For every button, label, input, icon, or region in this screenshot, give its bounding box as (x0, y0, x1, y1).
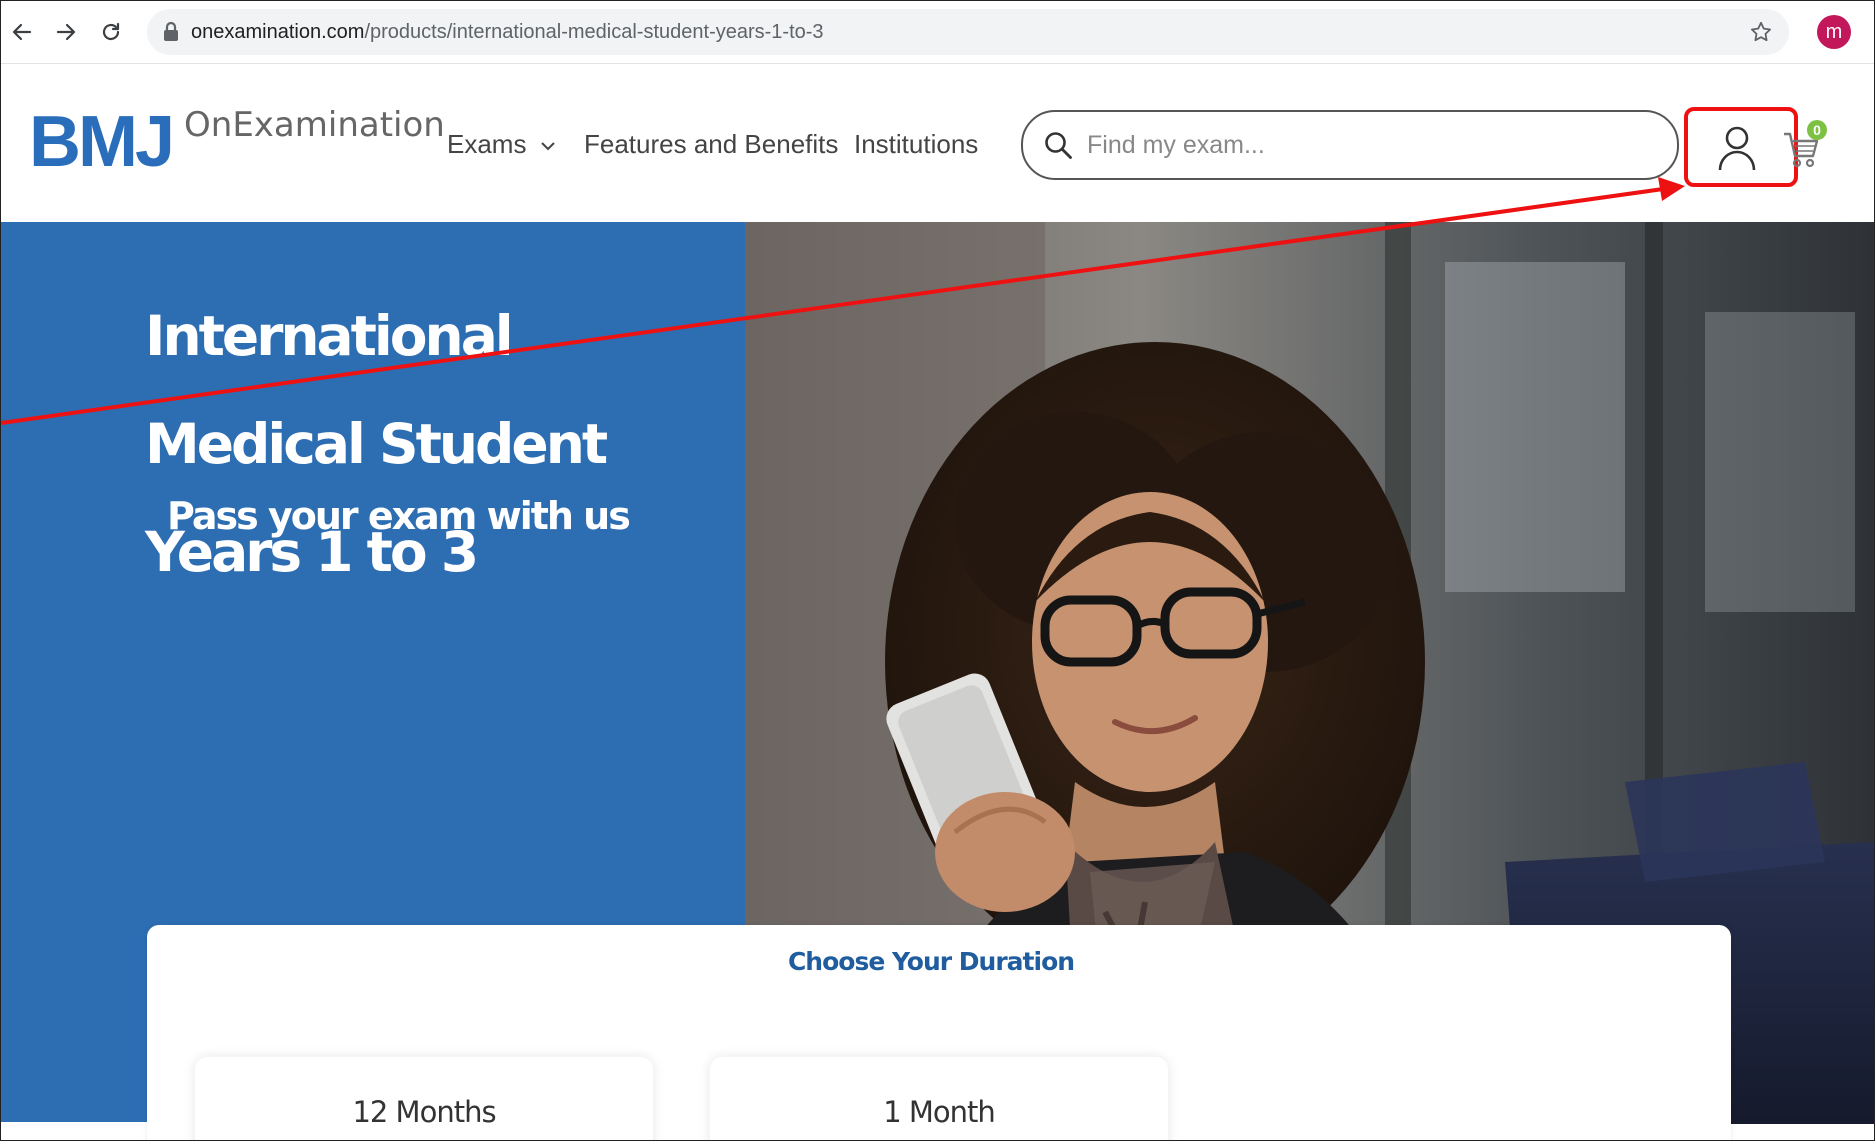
reload-icon (102, 22, 120, 41)
cart-count-badge: 0 (1807, 120, 1827, 140)
hero-title: International Medical Student Years 1 to… (145, 304, 608, 584)
url-host: onexamination.com (191, 21, 365, 43)
lock-icon (164, 21, 178, 41)
url-text[interactable]: onexamination.com/products/international… (191, 9, 824, 55)
bmj-logo[interactable]: BMJ OnExamination (29, 102, 445, 182)
user-account-icon[interactable] (1717, 124, 1757, 172)
chevron-down-icon (540, 142, 555, 151)
logo-text: OnExamination (184, 105, 445, 145)
duration-option-label: 12 Months (352, 1095, 496, 1129)
duration-option-1-month[interactable]: 1 Month (710, 1057, 1168, 1140)
address-bar[interactable]: onexamination.com/products/international… (147, 9, 1789, 55)
arrow-right-icon (56, 23, 76, 41)
logo-mark: BMJ (29, 102, 175, 182)
browser-toolbar: onexamination.com/products/international… (1, 1, 1874, 64)
url-path: /products/international-medical-student-… (364, 21, 824, 43)
reload-button[interactable] (94, 15, 128, 49)
nav-institutions[interactable]: Institutions (854, 124, 978, 164)
search-input[interactable] (1085, 122, 1659, 168)
search-box[interactable] (1021, 110, 1679, 180)
back-button[interactable] (5, 15, 39, 49)
duration-panel: Choose Your Duration 12 Months 1 Month (147, 925, 1731, 1140)
nav-exams[interactable]: Exams (447, 124, 556, 164)
duration-option-12-months[interactable]: 12 Months (195, 1057, 653, 1140)
duration-heading: Choose Your Duration (787, 947, 1075, 976)
profile-avatar[interactable]: m (1817, 15, 1851, 49)
nav-exams-label: Exams (447, 129, 527, 159)
search-icon[interactable] (1043, 130, 1073, 160)
duration-option-label: 1 Month (883, 1095, 996, 1129)
arrow-left-icon (12, 23, 32, 41)
forward-button[interactable] (49, 15, 83, 49)
site-header: BMJ OnExamination Exams Features and Ben… (1, 64, 1874, 222)
hero-subtitle: Pass your exam with us (167, 494, 631, 538)
nav-features-and-benefits[interactable]: Features and Benefits (584, 124, 838, 164)
bookmark-star-icon[interactable] (1749, 20, 1773, 44)
browser-window: onexamination.com/products/international… (0, 0, 1875, 1141)
